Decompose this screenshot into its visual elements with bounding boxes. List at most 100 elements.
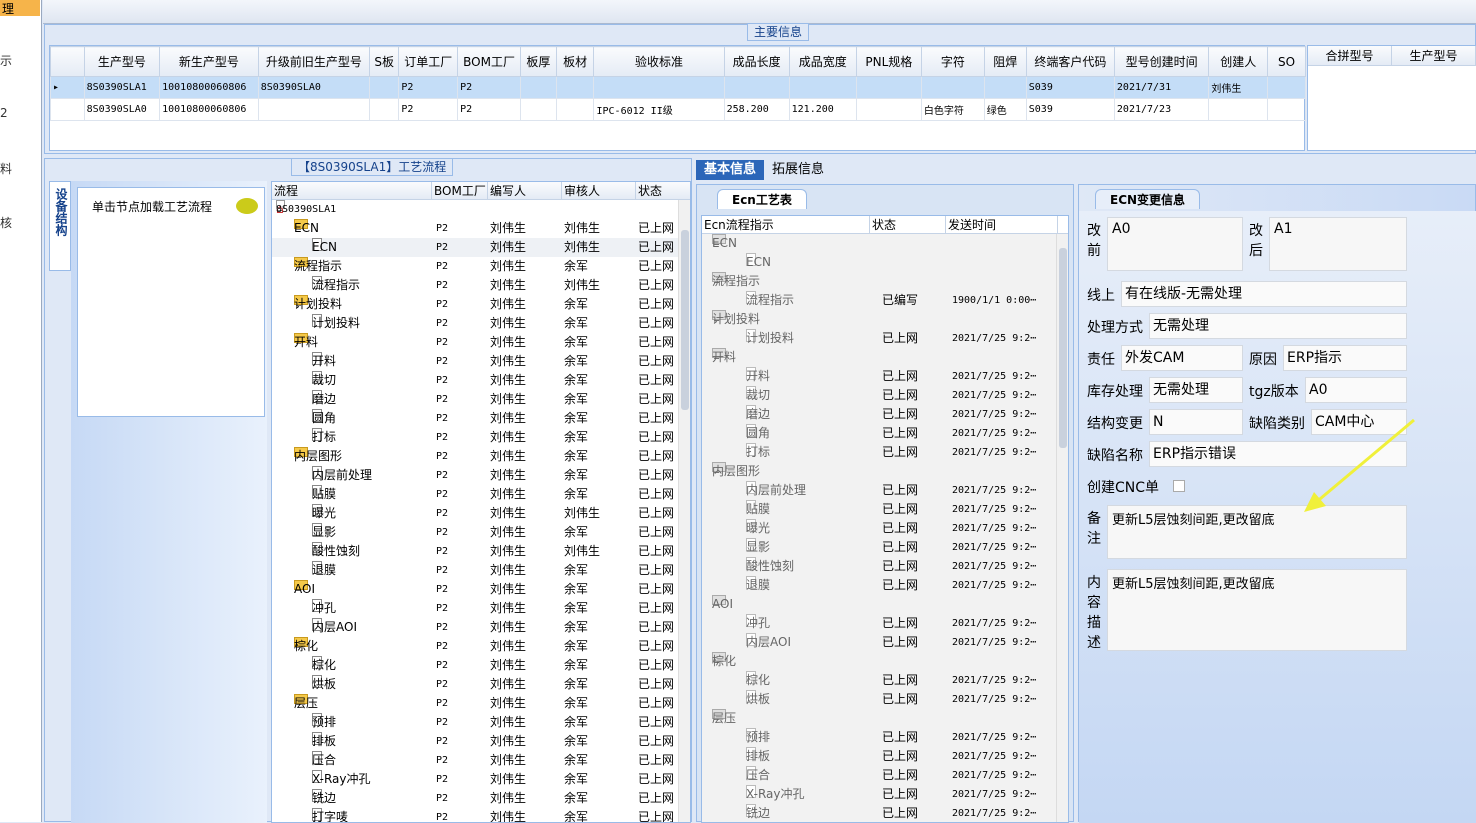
tree-scrollbar[interactable] [678, 200, 690, 822]
tree-row[interactable]: 开料 P2 刘伟生 余军 已上网 [272, 352, 690, 371]
col-header[interactable]: BOM工厂 [432, 182, 488, 200]
tree-row[interactable]: 压合 P2 刘伟生 余军 已上网 [272, 751, 690, 770]
col-header[interactable]: 新生产型号 [159, 46, 259, 77]
table-cell[interactable]: 8S0390SLA0 [83, 98, 161, 121]
table-cell[interactable]: 10010800060806 [159, 98, 259, 121]
sidebar-selected-item[interactable]: 理 [0, 0, 40, 16]
table-cell[interactable] [788, 76, 857, 99]
table-cell[interactable]: 2021/7/31 [1113, 76, 1210, 99]
tree-row[interactable]: − 棕化 P2 刘伟生 余军 已上网 [272, 637, 690, 656]
col-header[interactable]: 状态 [870, 216, 946, 234]
cnc-checkbox[interactable] [1173, 480, 1185, 492]
tree-row[interactable]: 内层前处理 P2 刘伟生 余军 已上网 [272, 466, 690, 485]
table-cell[interactable]: 8S0390SLA1 [83, 76, 161, 99]
ecn-row[interactable]: 裁切 已上网 2021/7/25 9:2⋯ [702, 386, 1068, 405]
table-row[interactable]: 8S0390SLA0 10010800060806 P2 P2 IPC-6012 II级… [50, 98, 1306, 121]
tab-basic-info[interactable]: 基本信息 [696, 160, 765, 180]
tree-row[interactable]: 圆角 P2 刘伟生 余军 已上网 [272, 409, 690, 428]
table-cell[interactable]: 10010800060806 [159, 76, 259, 99]
ecn-row[interactable]: 圆角 已上网 2021/7/25 9:2⋯ [702, 424, 1068, 443]
ecn-row[interactable]: − 棕化 [702, 652, 1068, 671]
ecn-row[interactable]: 曝光 已上网 2021/7/25 9:2⋯ [702, 519, 1068, 538]
resp-field[interactable]: 外发CAM [1121, 345, 1243, 371]
tree-row[interactable]: 贴膜 P2 刘伟生 余军 已上网 [272, 485, 690, 504]
tree-row[interactable]: 打字唛 P2 刘伟生 余军 已上网 [272, 808, 690, 822]
table-cell[interactable]: 白色字符 [920, 98, 985, 121]
tree-row[interactable]: 流程指示 P2 刘伟生 刘伟生 已上网 [272, 276, 690, 295]
tree-row[interactable]: − 内层图形 P2 刘伟生 余军 已上网 [272, 447, 690, 466]
col-header[interactable]: 订单工厂 [398, 46, 459, 77]
ecn-row[interactable]: 流程指示 已编写 1900/1/1 0:00⋯ [702, 291, 1068, 310]
ecn-row[interactable]: 开料 已上网 2021/7/25 9:2⋯ [702, 367, 1068, 386]
table-cell[interactable]: 258.200 [723, 98, 790, 121]
table-cell[interactable]: S039 [1025, 76, 1115, 99]
tree-row[interactable]: 磨边 P2 刘伟生 余军 已上网 [272, 390, 690, 409]
table-cell[interactable] [855, 98, 922, 121]
table-cell[interactable] [920, 76, 985, 99]
tab-extended-info[interactable]: 拓展信息 [766, 160, 830, 180]
ecn-row[interactable]: X-Ray冲孔 已上网 2021/7/25 9:2⋯ [702, 785, 1068, 804]
col-header[interactable]: 合拼型号 [1308, 46, 1392, 65]
tree-row[interactable]: 显影 P2 刘伟生 余军 已上网 [272, 523, 690, 542]
col-header[interactable]: 阻焊 [983, 46, 1027, 77]
table-cell[interactable]: 8S0390SLA0 [257, 76, 370, 99]
tab-ecn-process-table[interactable]: Ecn工艺表 [717, 189, 807, 209]
table-cell[interactable]: 2021/7/23 [1113, 98, 1210, 121]
ecn-row[interactable]: −✓ECN [702, 234, 1068, 253]
tree-row[interactable]: 预排 P2 刘伟生 余军 已上网 [272, 713, 690, 732]
ecn-row[interactable]: 贴膜 已上网 2021/7/25 9:2⋯ [702, 500, 1068, 519]
tree-root[interactable]: − ⌂ 8S0390SLA1 [272, 200, 690, 219]
sidebar-item[interactable]: 示 [0, 52, 42, 69]
col-header[interactable]: 板材 [555, 46, 595, 77]
ecn-row[interactable]: − 内层图形 [702, 462, 1068, 481]
table-cell[interactable] [855, 76, 922, 99]
tree-row[interactable]: − 流程指示 P2 刘伟生 余军 已上网 [272, 257, 690, 276]
tree-row[interactable]: − AOI P2 刘伟生 余军 已上网 [272, 580, 690, 599]
table-row[interactable]: ▸ 8S0390SLA1 10010800060806 8S0390SLA0 P2 P2 S… [50, 76, 1306, 99]
ecn-row[interactable]: 酸性蚀刻 已上网 2021/7/25 9:2⋯ [702, 557, 1068, 576]
online-field[interactable]: 有在线版-无需处理 [1121, 281, 1407, 307]
ecn-row[interactable]: 显影 已上网 2021/7/25 9:2⋯ [702, 538, 1068, 557]
table-cell[interactable] [1267, 76, 1306, 99]
col-header[interactable]: 状态 [636, 182, 690, 200]
tree-row[interactable]: − 开料 P2 刘伟生 余军 已上网 [272, 333, 690, 352]
ecn-row[interactable]: − 流程指示 [702, 272, 1068, 291]
col-header[interactable]: SO [1267, 46, 1306, 77]
row-indicator[interactable]: ▸ [50, 76, 85, 99]
ecn-row[interactable]: 磨边 已上网 2021/7/25 9:2⋯ [702, 405, 1068, 424]
method-field[interactable]: 无需处理 [1149, 313, 1407, 339]
table-cell[interactable] [1208, 98, 1269, 121]
table-cell[interactable] [593, 76, 725, 99]
table-cell[interactable]: P2 [398, 76, 459, 99]
table-cell[interactable] [555, 76, 595, 99]
col-header[interactable]: 编写人 [488, 182, 562, 200]
tree-row[interactable]: − ECN P2 刘伟生 刘伟生 已上网 [272, 219, 690, 238]
tree-row[interactable]: 内层AOI P2 刘伟生 余军 已上网 [272, 618, 690, 637]
table-cell[interactable] [520, 98, 557, 121]
tree-row[interactable]: 酸性蚀刻 P2 刘伟生 刘伟生 已上网 [272, 542, 690, 561]
ecn-row[interactable]: ✓ECN [702, 253, 1068, 272]
table-cell[interactable]: P2 [398, 98, 459, 121]
sidebar-item[interactable]: 核 [0, 214, 42, 231]
ecn-row[interactable]: 排板 已上网 2021/7/25 9:2⋯ [702, 747, 1068, 766]
table-cell[interactable]: S039 [1025, 98, 1115, 121]
table-cell[interactable] [520, 76, 557, 99]
ecn-row[interactable]: 计划投料 已上网 2021/7/25 9:2⋯ [702, 329, 1068, 348]
ecn-row[interactable]: 压合 已上网 2021/7/25 9:2⋯ [702, 766, 1068, 785]
tgz-field[interactable]: A0 [1305, 377, 1407, 403]
col-header[interactable]: 发送时间 [946, 216, 1058, 234]
ecn-row[interactable]: 内层前处理 已上网 2021/7/25 9:2⋯ [702, 481, 1068, 500]
content-field[interactable]: 更新L5层蚀刻间距,更改留底 [1107, 569, 1407, 651]
col-header[interactable]: 流程 [272, 182, 432, 200]
tab-equipment-structure[interactable]: 设备结构 [49, 181, 71, 271]
before-field[interactable]: A0 [1107, 217, 1243, 271]
struct-field[interactable]: N [1149, 409, 1243, 435]
table-cell[interactable] [368, 98, 400, 121]
col-header[interactable]: S板 [368, 46, 400, 77]
tree-row[interactable]: 棕化 P2 刘伟生 余军 已上网 [272, 656, 690, 675]
table-cell[interactable] [1267, 98, 1306, 121]
col-header[interactable]: BOM工厂 [457, 46, 522, 77]
tree-row[interactable]: 冲孔 P2 刘伟生 余军 已上网 [272, 599, 690, 618]
tree-row[interactable]: − 层压 P2 刘伟生 余军 已上网 [272, 694, 690, 713]
col-header[interactable]: 终端客户代码 [1025, 46, 1115, 77]
